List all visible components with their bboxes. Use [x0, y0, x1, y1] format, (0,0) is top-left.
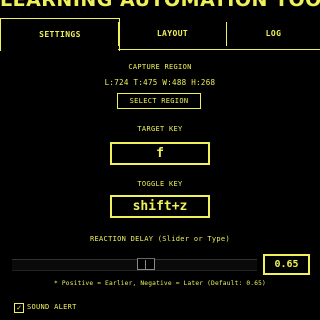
tab-bar: SETTINGS LAYOUT LOG — [0, 18, 320, 51]
app-title: LEARNING AUTOMATION TOOL — [0, 0, 320, 11]
tab-settings[interactable]: SETTINGS — [0, 18, 120, 51]
reaction-delay-label: REACTION DELAY (Slider or Type) — [90, 235, 230, 243]
checkmark-icon: ✓ — [16, 303, 22, 312]
capture-region-coords: L:724 T:475 W:488 H:268 — [104, 78, 216, 87]
reaction-delay-note: * Positive = Earlier, Negative = Later (… — [54, 280, 266, 287]
sound-alert-checkbox[interactable]: ✓ — [14, 303, 24, 313]
toggle-key-field[interactable]: shift+z — [110, 195, 210, 218]
capture-region-heading: CAPTURE REGION — [128, 63, 192, 71]
target-key-field[interactable]: f — [110, 142, 210, 165]
target-key-label: TARGET KEY — [137, 125, 183, 133]
select-region-button[interactable]: SELECT REGION — [117, 93, 201, 109]
reaction-delay-slider[interactable] — [12, 258, 257, 271]
sound-alert-label: SOUND ALERT — [27, 303, 77, 311]
toggle-key-label: TOGGLE KEY — [137, 180, 183, 188]
tab-underline — [118, 49, 320, 50]
reaction-delay-input[interactable]: 0.65 — [263, 254, 310, 275]
tab-layout[interactable]: LAYOUT — [119, 18, 226, 50]
tab-log[interactable]: LOG — [227, 18, 320, 50]
slider-thumb[interactable] — [137, 258, 155, 270]
